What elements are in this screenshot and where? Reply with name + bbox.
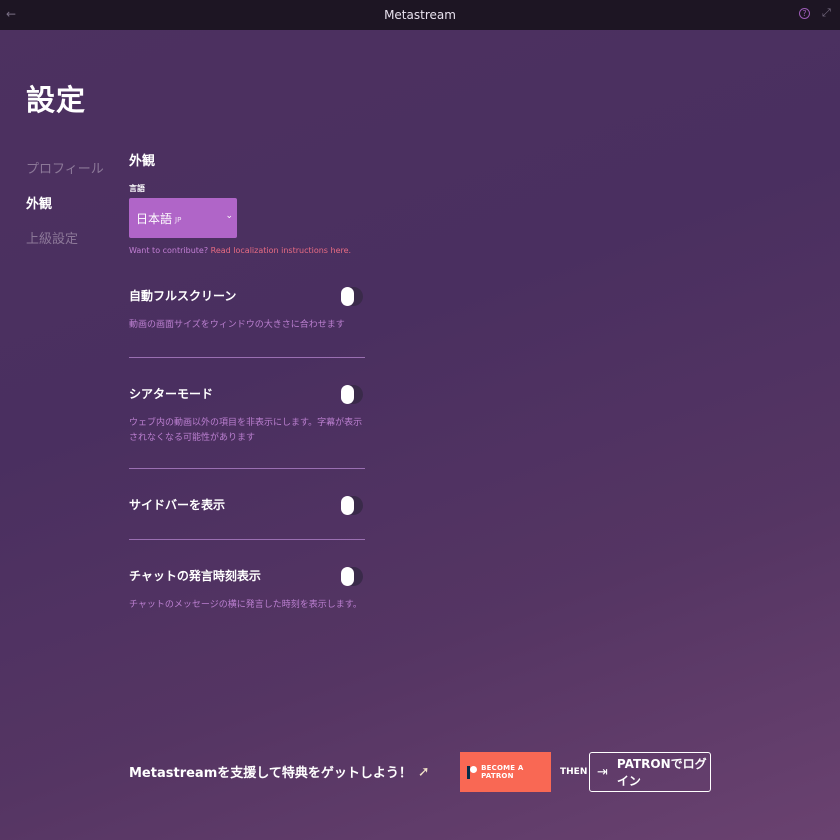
setting-theater-mode: シアターモード ウェブ内の動画以外の項目を非表示にします。字幕が表示されなくなる…	[129, 385, 365, 446]
support-text: Metastreamを支援して特典をゲットしよう！	[129, 766, 412, 781]
contribute-text: Want to contribute? Read localization in…	[129, 246, 365, 255]
become-patron-label: BECOME A PATRON	[481, 764, 524, 780]
setting-name: サイドバーを表示	[129, 498, 226, 512]
setting-name: チャットの発言時刻表示	[129, 569, 261, 583]
nav-item-advanced[interactable]: 上級設定	[26, 230, 104, 265]
toggle-knob	[341, 496, 354, 515]
expand-icon[interactable]: ⤢	[822, 6, 831, 20]
toggle-knob	[341, 385, 354, 404]
language-code: JP	[175, 215, 182, 224]
login-icon: ⇥	[597, 764, 608, 780]
nav-item-profile[interactable]: プロフィール	[26, 160, 104, 195]
support-banner: Metastreamを支援して特典をゲットしよう！ ➚	[129, 762, 430, 782]
language-label: 言語	[129, 184, 145, 193]
title-bar: ← Metastream ? ⤢	[0, 0, 840, 30]
back-arrow-icon[interactable]: ←	[6, 7, 16, 21]
language-select[interactable]: 日本語 JP ⌄	[129, 198, 237, 238]
divider	[129, 357, 365, 358]
settings-content: 外観 言語 日本語 JP ⌄ Want to contribute? Read …	[129, 150, 365, 613]
setting-name: 自動フルスクリーン	[129, 289, 237, 303]
patron-login-button[interactable]: ⇥ PATRONでログイン	[589, 752, 711, 792]
toggle-knob	[341, 287, 354, 306]
setting-auto-fullscreen: 自動フルスクリーン 動画の画面サイズをウィンドウの大きさに合わせます	[129, 287, 365, 333]
section-title: 外観	[129, 154, 156, 169]
show-sidebar-toggle[interactable]	[341, 496, 363, 515]
nav-item-appearance[interactable]: 外観	[26, 195, 104, 230]
setting-show-sidebar: サイドバーを表示	[129, 496, 365, 516]
help-icon[interactable]: ?	[799, 8, 810, 19]
setting-description: 動画の画面サイズをウィンドウの大きさに合わせます	[129, 320, 345, 330]
then-label: THEN	[560, 767, 588, 777]
divider	[129, 539, 365, 540]
toggle-knob	[341, 567, 354, 586]
auto-fullscreen-toggle[interactable]	[341, 287, 363, 306]
setting-name: シアターモード	[129, 387, 214, 401]
divider	[129, 468, 365, 469]
rocket-icon: ➚	[417, 763, 430, 780]
page-title: 設定	[26, 83, 87, 117]
window-title: Metastream	[384, 8, 456, 22]
setting-description: ウェブ内の動画以外の項目を非表示にします。字幕が表示されなくなる可能性があります	[129, 418, 363, 443]
localization-link[interactable]: Read localization instructions here.	[211, 246, 351, 255]
language-value: 日本語	[136, 211, 173, 226]
theater-mode-toggle[interactable]	[341, 385, 363, 404]
chevron-down-icon: ⌄	[225, 211, 233, 221]
settings-nav: プロフィール 外観 上級設定	[26, 160, 104, 265]
setting-chat-timestamps: チャットの発言時刻表示 チャットのメッセージの横に発言した時刻を表示します。	[129, 567, 365, 613]
setting-description: チャットのメッセージの横に発言した時刻を表示します。	[129, 600, 362, 610]
become-patron-button[interactable]: BECOME A PATRON	[460, 752, 551, 792]
patron-login-label: PATRONでログイン	[616, 757, 707, 788]
chat-timestamps-toggle[interactable]	[341, 567, 363, 586]
patreon-logo-icon	[467, 765, 477, 779]
contribute-prompt: Want to contribute?	[129, 246, 209, 255]
